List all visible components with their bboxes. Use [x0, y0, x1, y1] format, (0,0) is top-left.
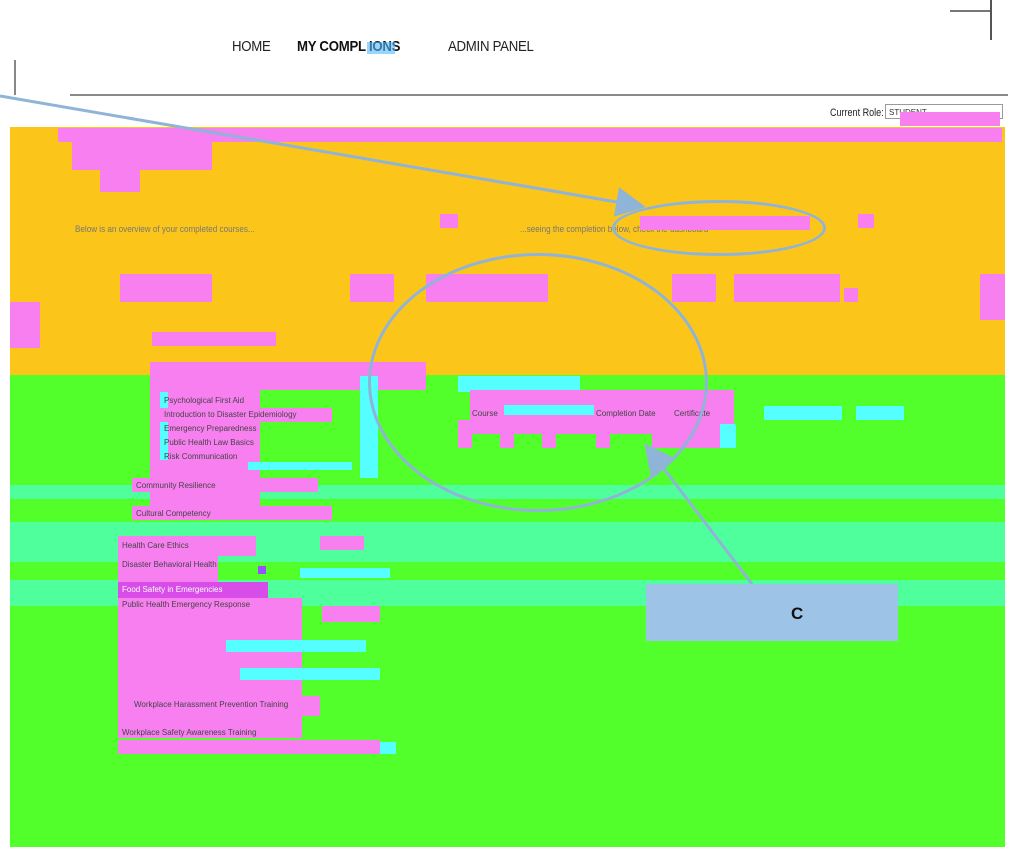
annotation-arrows — [0, 94, 754, 585]
callout-box — [646, 584, 898, 641]
callout-label: C — [791, 604, 804, 623]
